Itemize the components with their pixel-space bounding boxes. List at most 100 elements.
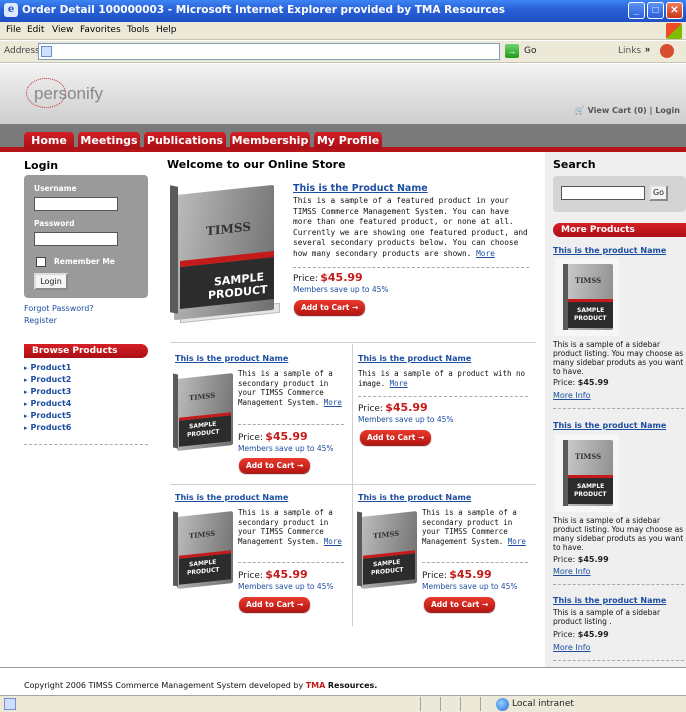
grid-top-rule <box>170 342 536 343</box>
featured-more-link[interactable]: More <box>476 249 495 258</box>
grid-product-desc-4: This is a sample of a secondary product … <box>422 508 532 546</box>
grid-product-image-4[interactable]: TIMSS SAMPLE PRODUCT <box>357 508 417 589</box>
grid-desc-text: This is a sample of a product with no im… <box>358 369 526 388</box>
grid-product-image-1[interactable]: TIMSS SAMPLE PRODUCT <box>173 370 233 451</box>
grid-more-link-2[interactable]: More <box>390 379 408 388</box>
footer-brand-resources[interactable]: Resources. <box>328 681 377 690</box>
product-link-5[interactable]: Product5 <box>24 411 72 420</box>
toolbar-extension-icon[interactable] <box>660 44 674 58</box>
grid-divider-4 <box>422 562 528 563</box>
price-label: Price: <box>553 630 576 639</box>
price-label: Price: <box>553 555 576 564</box>
tab-home[interactable]: Home <box>24 132 74 149</box>
grid-product-image-3[interactable]: TIMSS SAMPLE PRODUCT <box>173 508 233 589</box>
grid-product-desc-2: This is a sample of a product with no im… <box>358 369 528 388</box>
grid-add-to-cart-1[interactable]: Add to Cart → <box>239 458 311 473</box>
left-sidebar: Login Username Password Remember Me Logi… <box>24 152 152 692</box>
menu-view[interactable]: View <box>52 25 73 35</box>
menu-help[interactable]: Help <box>156 25 177 35</box>
forgot-password-link[interactable]: Forgot Password? <box>24 304 94 313</box>
featured-product-title[interactable]: This is the Product Name <box>293 183 428 194</box>
tab-membership[interactable]: Membership <box>230 132 310 149</box>
close-button[interactable]: ✕ <box>666 2 683 19</box>
grid-members-save-1: Members save up to 45% <box>238 444 334 453</box>
maximize-button[interactable]: □ <box>647 2 664 19</box>
price-value: $45.99 <box>385 401 428 414</box>
go-button[interactable]: Go <box>524 46 536 56</box>
sidebar-more-info-3[interactable]: More Info <box>553 643 591 652</box>
featured-product-image[interactable]: TIMSS SAMPLE PRODUCT <box>170 180 282 325</box>
status-bar: Local intranet <box>0 695 686 712</box>
grid-more-link-4[interactable]: More <box>508 537 526 546</box>
site-logo[interactable]: personify <box>34 84 103 104</box>
grid-price-4: Price: $45.99 <box>422 568 492 581</box>
username-input[interactable] <box>34 197 118 211</box>
minimize-button[interactable]: _ <box>628 2 645 19</box>
header-login-link[interactable]: Login <box>655 106 680 115</box>
status-separator <box>420 697 421 711</box>
grid-members-save-4: Members save up to 45% <box>422 582 518 591</box>
featured-price: Price: $45.99 <box>293 271 363 284</box>
tab-publications[interactable]: Publications <box>144 132 226 149</box>
product-link-4[interactable]: Product4 <box>24 399 72 408</box>
menu-favorites[interactable]: Favorites <box>80 25 121 35</box>
sidebar-product-title-2[interactable]: This is the product Name <box>553 421 666 430</box>
sidebar-divider-2 <box>553 584 684 585</box>
search-go-button[interactable]: Go <box>649 185 668 201</box>
price-label: Price: <box>238 433 263 443</box>
search-input[interactable] <box>561 186 645 200</box>
grid-divider-2 <box>358 396 528 397</box>
grid-more-link-3[interactable]: More <box>324 537 342 546</box>
grid-product-title-1[interactable]: This is the product Name <box>175 354 288 363</box>
grid-product-desc-3: This is a sample of a secondary product … <box>238 508 348 546</box>
product-link-2[interactable]: Product2 <box>24 375 72 384</box>
menu-tools[interactable]: Tools <box>127 25 149 35</box>
sidebar-product-title-1[interactable]: This is the product Name <box>553 246 666 255</box>
password-input[interactable] <box>34 232 118 246</box>
grid-add-to-cart-2[interactable]: Add to Cart → <box>360 430 432 445</box>
product-link-1[interactable]: Product1 <box>24 363 72 372</box>
price-value: $45.99 <box>265 568 308 581</box>
product-link-6[interactable]: Product6 <box>24 423 72 432</box>
sidebar-product-desc-2: This is a sample of a sidebar product li… <box>553 516 684 552</box>
tab-my-profile[interactable]: My Profile <box>314 132 382 149</box>
price-label: Price: <box>293 274 318 284</box>
grid-more-link-1[interactable]: More <box>324 398 342 407</box>
grid-product-title-2[interactable]: This is the product Name <box>358 354 471 363</box>
grid-add-to-cart-3[interactable]: Add to Cart → <box>239 597 311 612</box>
register-link[interactable]: Register <box>24 316 57 325</box>
grid-add-to-cart-4[interactable]: Add to Cart → <box>424 597 496 612</box>
menu-edit[interactable]: Edit <box>27 25 44 35</box>
product-link-3[interactable]: Product3 <box>24 387 72 396</box>
sidebar-more-info-1[interactable]: More Info <box>553 391 591 400</box>
sidebar-more-info-2[interactable]: More Info <box>553 567 591 576</box>
site-header: personify 🛒 View Cart (0) | Login <box>0 64 686 124</box>
grid-desc-text: This is a sample of a secondary product … <box>238 369 333 407</box>
grid-product-title-3[interactable]: This is the product Name <box>175 493 288 502</box>
price-label: Price: <box>553 378 576 387</box>
remember-me-checkbox[interactable] <box>36 257 46 267</box>
featured-members-save: Members save up to 45% <box>293 285 389 294</box>
featured-add-to-cart-button[interactable]: Add to Cart → <box>294 300 366 315</box>
sidebar-product-title-3[interactable]: This is the product Name <box>553 596 666 605</box>
address-input[interactable] <box>38 43 500 60</box>
tab-meetings[interactable]: Meetings <box>78 132 140 149</box>
login-heading: Login <box>24 159 59 172</box>
links-label[interactable]: Links <box>618 46 641 56</box>
grid-product-title-4[interactable]: This is the product Name <box>358 493 471 502</box>
cart-icon[interactable]: 🛒 <box>575 106 585 115</box>
page-icon <box>41 46 52 57</box>
grid-price-1: Price: $45.99 <box>238 430 308 443</box>
login-button[interactable]: Login <box>34 273 68 290</box>
footer-brand-tma[interactable]: TMA <box>306 681 326 690</box>
featured-divider <box>293 267 529 268</box>
view-cart-link[interactable]: View Cart (0) <box>588 106 647 115</box>
security-zone: Local intranet <box>512 699 574 709</box>
sidebar-product-image-1[interactable]: TIMSS SAMPLE PRODUCT <box>555 258 619 336</box>
header-separator: | <box>649 106 653 115</box>
sidebar-product-image-2[interactable]: TIMSS SAMPLE PRODUCT <box>555 434 619 512</box>
menu-file[interactable]: File <box>6 25 21 35</box>
go-arrow-icon[interactable]: → <box>505 44 519 58</box>
intranet-globe-icon <box>496 698 509 711</box>
links-chevron-icon[interactable]: » <box>645 44 650 54</box>
